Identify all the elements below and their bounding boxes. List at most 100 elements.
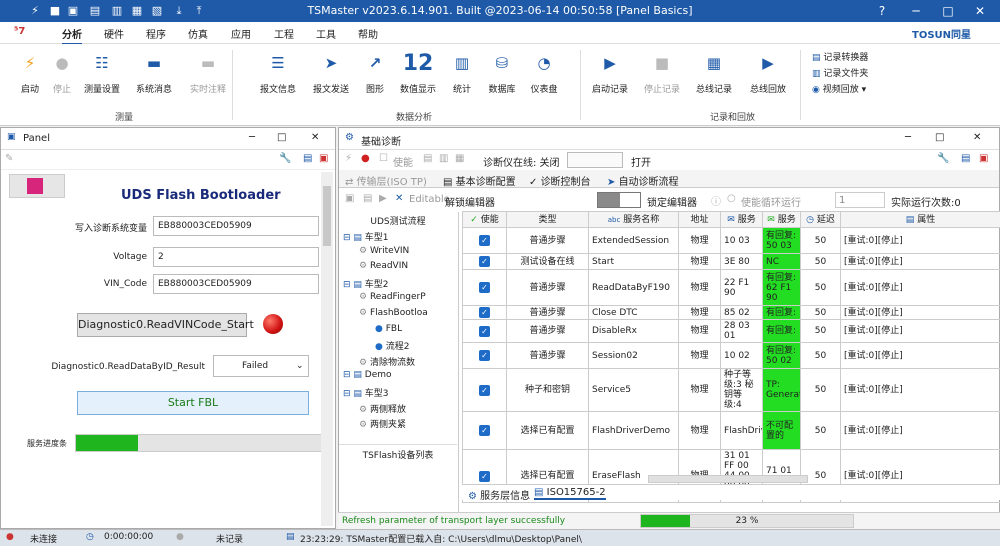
ribbon-button[interactable]: ▶ 总线回放 — [746, 50, 790, 95]
help-icon[interactable]: ? — [872, 2, 892, 20]
tree-item[interactable]: ⊟ ▤ 车型1 — [343, 230, 389, 243]
tree-item[interactable]: ⚙ FlashBootloa — [359, 308, 428, 318]
ribbon-button[interactable]: ● 停止 — [40, 50, 84, 95]
col-response[interactable]: ✉ 服务 — [762, 211, 801, 228]
col-enable[interactable]: ✓ 使能 — [462, 211, 507, 228]
close-button[interactable]: ✕ — [970, 2, 990, 20]
col-delay[interactable]: ◷ 延迟 — [800, 211, 841, 228]
tree-item[interactable]: ⊟ ▤ 车型3 — [343, 386, 389, 399]
tab-transport-layer[interactable]: ⇄ 传输层(ISO TP) — [345, 173, 427, 188]
record-converter-item[interactable]: ▤ 记录转换器 — [812, 50, 868, 66]
col-type[interactable]: 类型 — [506, 211, 589, 228]
ribbon-button[interactable]: ▥ 统计 — [440, 50, 484, 95]
horizontal-scrollbar[interactable] — [648, 475, 808, 483]
tree-item[interactable]: ⚙ 两侧释放 — [359, 402, 406, 415]
maximize-button[interactable]: □ — [935, 132, 944, 143]
checkbox-icon[interactable]: ✓ — [479, 256, 490, 267]
checkbox-icon[interactable]: ✓ — [479, 325, 490, 337]
menu-simulation[interactable]: 仿真 — [188, 26, 208, 41]
ribbon-button[interactable]: ▬ 实时注释 — [186, 50, 230, 95]
table-row[interactable]: ✓ 种子和密钥Service5物理种子等级:3 秘钥等级:4TP: Generat… — [462, 368, 1000, 412]
table-row[interactable]: ✓ 普通步骤 ReadDataByF190 物理 22 F1 90 有回复: 62 F1 … — [462, 269, 1000, 306]
menu-help[interactable]: 帮助 — [358, 26, 378, 41]
editor-lock-toggle[interactable] — [597, 192, 641, 208]
ribbon-button[interactable]: ↗ 图形 — [353, 50, 397, 95]
tree-item[interactable]: ⚙ WriteVIN — [359, 246, 409, 256]
checkbox-icon[interactable]: ✓ — [479, 235, 490, 246]
checkbox-icon[interactable]: ✓ — [479, 350, 490, 361]
tree-item[interactable]: ● 流程2 — [375, 339, 409, 352]
checkbox-icon[interactable]: ✓ — [479, 384, 490, 396]
new-icon[interactable]: ▣ — [345, 193, 354, 204]
ribbon-button[interactable]: ☰ 报文信息 — [256, 50, 300, 95]
checkbox-icon[interactable]: ✓ — [479, 282, 490, 293]
minimize-button[interactable]: ─ — [906, 2, 926, 20]
delete-icon[interactable]: ✕ — [395, 193, 403, 204]
import-icon[interactable]: ▤ — [363, 193, 372, 204]
table-row[interactable]: ✓ 测试设备在线 Start 物理 3E 80 NC 50 [重试:0][停止] — [462, 253, 1000, 270]
checkbox-icon[interactable]: ✓ — [479, 470, 490, 482]
tab-console[interactable]: ✓ 诊断控制台 — [529, 173, 591, 188]
checkbox-icon[interactable]: ✓ — [479, 307, 490, 318]
enable-checkbox[interactable]: ✓ — [462, 269, 507, 306]
ribbon-button[interactable]: ☷ 测量设置 — [80, 50, 124, 95]
ribbon-button[interactable]: ⛁ 数据库 — [480, 50, 524, 95]
loop-count-input[interactable]: 1 — [835, 192, 885, 208]
wrench-icon[interactable]: 🔧 — [279, 153, 291, 164]
video-replay-item[interactable]: ◉ 视频回放 ▾ — [812, 82, 868, 98]
ribbon-button[interactable]: ■ 停止记录 — [640, 50, 684, 95]
ribbon-button[interactable]: ▬ 系统消息 — [132, 50, 176, 95]
record-folder-item[interactable]: ▥ 记录文件夹 — [812, 66, 868, 82]
ribbon-button[interactable]: 12 数值显示 — [396, 50, 440, 96]
menu-program[interactable]: 程序 — [146, 26, 166, 41]
enable-checkbox[interactable]: ✓ — [462, 368, 507, 412]
pin-icon[interactable]: ▣ — [979, 153, 988, 164]
tree-item[interactable]: ⚙ 清除物流数 — [359, 355, 415, 368]
enable-checkbox[interactable]: ✓ — [462, 319, 507, 343]
ribbon-button[interactable]: ➤ 报文发送 — [309, 50, 353, 95]
tree-item[interactable]: ⚙ ReadFingerP — [359, 292, 426, 302]
maximize-button[interactable]: □ — [277, 132, 286, 143]
vin-code-input[interactable]: EB880003CED05909 — [153, 274, 319, 294]
enable-checkbox[interactable]: ✓ — [462, 253, 507, 270]
pin-icon[interactable]: ▣ — [319, 153, 328, 164]
table-row[interactable]: ✓ 选择已有配置FlashDriverDemo物理FlashDriverDemo.… — [462, 411, 1000, 450]
menu-project[interactable]: 工程 — [274, 26, 294, 41]
menu-hardware[interactable]: 硬件 — [104, 26, 124, 41]
table-row[interactable]: ✓ 普通步骤 Close DTC 物理 85 02 有回复: 50 [重试:0][停止] — [462, 305, 1000, 320]
layout-icon[interactable]: ▤ — [303, 153, 312, 164]
start-fbl-button[interactable]: Start FBL — [77, 391, 309, 415]
tab-service-layer[interactable]: ⚙ 服务层信息 — [468, 487, 530, 502]
result-dropdown[interactable]: Failed ⌄ — [213, 355, 309, 377]
enable-checkbox[interactable]: ✓ — [462, 342, 507, 369]
read-vin-button[interactable]: Diagnostic0.ReadVINCode_Start — [77, 313, 254, 337]
wrench-icon[interactable]: 🔧 — [937, 153, 949, 164]
ribbon-button[interactable]: ◔ 仪表盘 — [522, 50, 566, 95]
sysvar-input[interactable]: EB880003CED05909 — [153, 216, 319, 236]
tab-iso15765[interactable]: ▤ ISO15765-2 — [534, 487, 606, 500]
col-address[interactable]: 地址 — [678, 211, 721, 228]
tree-item[interactable]: ⚙ ReadVIN — [359, 261, 408, 271]
vertical-scrollbar[interactable] — [321, 172, 333, 526]
table-row[interactable]: ✓ 普通步骤 DisableRx 物理 28 03 01 有回复: 50 [重试:0][停止] — [462, 319, 1000, 343]
tree-item[interactable]: ● FBL — [375, 324, 402, 334]
save-icon[interactable]: ▥ — [439, 153, 448, 164]
record-icon[interactable]: ● — [361, 153, 370, 164]
run-icon[interactable]: ▶ — [379, 193, 387, 204]
menu-tools[interactable]: 工具 — [316, 26, 336, 41]
disk-icon[interactable]: ▦ — [455, 153, 464, 164]
ribbon-button[interactable]: ▦ 总线记录 — [692, 50, 736, 95]
edit-icon[interactable]: ✎ — [5, 153, 13, 164]
bolt-icon[interactable]: ⚡ — [345, 153, 352, 164]
minimize-button[interactable]: ─ — [249, 132, 255, 143]
tab-basic-config[interactable]: ▤ 基本诊断配置 — [443, 173, 516, 188]
checkbox-icon[interactable]: ✓ — [479, 425, 490, 436]
enable-checkbox[interactable]: ✓ — [462, 227, 507, 254]
voltage-input[interactable]: 2 — [153, 247, 319, 267]
tab-auto-flow[interactable]: ➤ 自动诊断流程 — [607, 173, 679, 188]
loop-radio[interactable]: ○ — [727, 193, 736, 204]
col-request[interactable]: ✉ 服务 — [720, 211, 763, 228]
enable-checkbox[interactable]: ✓ — [462, 411, 507, 450]
close-button[interactable]: ✕ — [311, 132, 319, 143]
maximize-button[interactable]: □ — [938, 2, 958, 20]
